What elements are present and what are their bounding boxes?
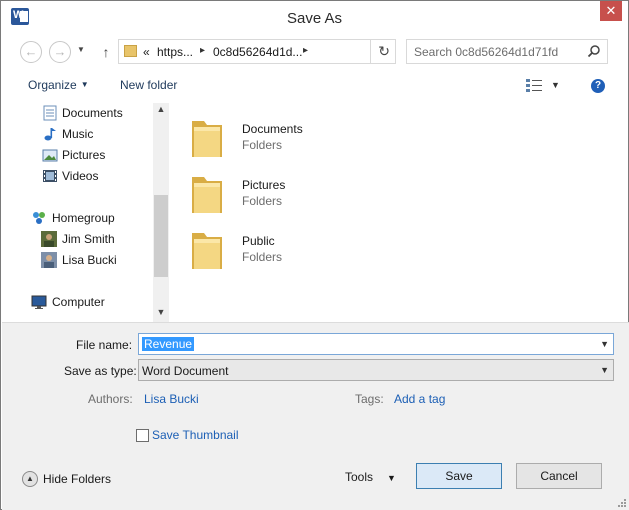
close-button[interactable]: ✕ xyxy=(600,1,622,21)
tags-field[interactable]: Add a tag xyxy=(394,392,445,406)
file-name: Pictures xyxy=(242,178,286,192)
view-options-icon[interactable] xyxy=(526,79,542,93)
up-button[interactable]: ↑ xyxy=(98,41,114,63)
list-item[interactable]: Public Folders xyxy=(188,223,448,273)
folder-icon xyxy=(124,45,137,57)
save-as-type-label: Save as type: xyxy=(64,364,137,378)
tools-button[interactable]: Tools ▼ xyxy=(345,470,396,484)
chevron-down-icon: ▼ xyxy=(387,473,396,483)
chevron-down-icon: ▼ xyxy=(80,80,89,89)
tags-label: Tags: xyxy=(355,392,384,406)
nav-item-label: Computer xyxy=(52,295,105,309)
file-list: Documents Folders Pictures Folders Publi… xyxy=(170,103,628,322)
file-name: Documents xyxy=(242,122,303,136)
cancel-button[interactable]: Cancel xyxy=(516,463,602,489)
save-button[interactable]: Save xyxy=(416,463,502,489)
documents-icon xyxy=(43,105,57,121)
computer-icon xyxy=(31,295,47,309)
music-icon xyxy=(44,128,56,141)
folder-icon xyxy=(192,177,222,213)
up-arrow-icon: ↑ xyxy=(102,44,110,60)
address-bar[interactable]: « https... ▸ 0c8d56264d1d... ▸ ↻ xyxy=(118,39,396,64)
window-title: Save As xyxy=(286,10,343,27)
tools-label: Tools xyxy=(345,470,374,484)
chevron-up-icon[interactable]: ▲ xyxy=(153,104,169,118)
file-name-value[interactable]: Revenue xyxy=(142,337,195,351)
scroll-thumb[interactable] xyxy=(154,195,168,277)
nav-item-documents[interactable]: Documents xyxy=(2,103,152,123)
user-avatar-icon xyxy=(41,252,57,268)
nav-item-videos[interactable]: Videos xyxy=(2,166,152,186)
nav-item-homegroup[interactable]: Homegroup xyxy=(2,208,152,228)
search-box[interactable] xyxy=(406,39,608,64)
nav-item-label: Pictures xyxy=(62,148,106,162)
address-segment[interactable]: 0c8d56264d1d... xyxy=(213,45,302,59)
refresh-icon[interactable]: ↻ xyxy=(378,43,390,60)
forward-arrow-icon: → xyxy=(53,44,67,59)
chevron-right-icon[interactable]: ▸ xyxy=(303,45,308,56)
organize-label: Organize xyxy=(28,78,77,92)
help-icon[interactable]: ? xyxy=(591,79,605,93)
title-bar[interactable]: Save As ✕ xyxy=(1,1,628,34)
nav-item-jim-smith[interactable]: Jim Smith xyxy=(2,229,152,249)
nav-scrollbar[interactable]: ▲ ▼ xyxy=(153,103,169,322)
chevron-down-icon[interactable]: ▼ xyxy=(600,339,609,349)
resize-grip-icon[interactable] xyxy=(617,498,627,508)
organize-button[interactable]: Organize ▼ xyxy=(28,78,89,92)
file-type: Folders xyxy=(242,250,283,264)
file-type: Folders xyxy=(242,194,283,208)
nav-item-label: Videos xyxy=(62,169,99,183)
back-arrow-icon: ← xyxy=(24,44,38,59)
file-type: Folders xyxy=(242,138,283,152)
address-overflow[interactable]: « xyxy=(143,45,150,59)
save-as-dialog: Save As ✕ ← → ▼ ↑ « https... ▸ 0c8d56264… xyxy=(0,0,629,510)
homegroup-icon xyxy=(33,212,45,224)
user-avatar-icon xyxy=(41,231,57,247)
nav-item-label: Homegroup xyxy=(52,211,115,225)
folder-icon xyxy=(192,121,222,157)
forward-button[interactable]: → xyxy=(49,41,71,63)
address-segment[interactable]: https... xyxy=(157,45,193,59)
nav-item-music[interactable]: Music xyxy=(2,124,152,144)
list-item[interactable]: Documents Folders xyxy=(188,111,448,161)
search-input[interactable] xyxy=(414,44,584,60)
chevron-up-icon: ▲ xyxy=(22,471,38,487)
chevron-right-icon[interactable]: ▸ xyxy=(200,45,205,56)
nav-item-label: Lisa Bucki xyxy=(62,253,117,267)
nav-item-lisa-bucki[interactable]: Lisa Bucki xyxy=(2,250,152,270)
command-bar: Organize ▼ New folder ▼ ? xyxy=(1,69,628,103)
nav-item-label: Music xyxy=(62,127,94,141)
folder-icon xyxy=(192,233,222,269)
nav-item-label: Jim Smith xyxy=(62,232,115,246)
chevron-down-icon[interactable]: ▼ xyxy=(153,307,169,321)
recent-locations-caret-icon[interactable]: ▼ xyxy=(77,45,85,54)
new-folder-button[interactable]: New folder xyxy=(120,78,177,92)
address-divider xyxy=(370,40,371,63)
save-as-type-select[interactable]: Word Document ▼ xyxy=(138,359,614,381)
file-name: Public xyxy=(242,234,275,248)
nav-item-pictures[interactable]: Pictures xyxy=(2,145,152,165)
authors-label: Authors: xyxy=(88,392,133,406)
nav-item-computer[interactable]: Computer xyxy=(2,292,152,312)
chevron-down-icon[interactable]: ▼ xyxy=(551,80,560,90)
save-options-panel: File name: Revenue ▼ Save as type: Word … xyxy=(2,322,629,510)
videos-icon xyxy=(43,170,57,182)
authors-field[interactable]: Lisa Bucki xyxy=(144,392,199,406)
search-icon[interactable] xyxy=(587,44,601,58)
back-button[interactable]: ← xyxy=(20,41,42,63)
save-as-type-value: Word Document xyxy=(142,364,229,378)
hide-folders-label: Hide Folders xyxy=(43,472,112,486)
save-thumbnail-label[interactable]: Save Thumbnail xyxy=(152,428,239,442)
save-thumbnail-checkbox[interactable] xyxy=(136,429,149,442)
file-name-field[interactable]: Revenue ▼ xyxy=(138,333,614,355)
chevron-down-icon[interactable]: ▼ xyxy=(600,365,609,375)
file-name-label: File name: xyxy=(76,338,133,352)
nav-item-label: Documents xyxy=(62,106,123,120)
list-item[interactable]: Pictures Folders xyxy=(188,167,448,217)
pictures-icon xyxy=(42,149,58,162)
navigation-pane: Documents Music Pictures Videos Homegrou… xyxy=(2,103,169,322)
